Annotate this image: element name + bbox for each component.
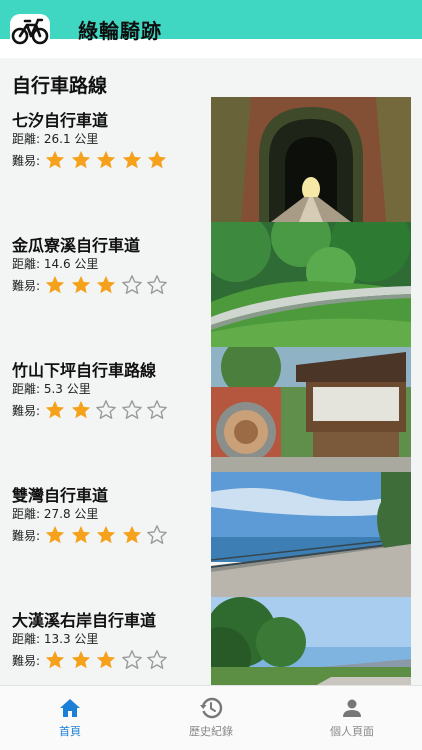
route-distance: 距離: 27.8 公里	[12, 507, 99, 521]
route-card[interactable]: 竹山下坪自行車路線 距離: 5.3 公里 難易:	[0, 347, 422, 472]
route-difficulty: 難易:	[12, 649, 172, 671]
star-empty-icon	[147, 400, 167, 419]
star-filled-icon	[71, 150, 90, 169]
star-filled-icon	[96, 275, 116, 294]
route-list-screen: 自行車路線 七汐自行車道 距離: 26.1 公里 難易: 金瓜寮溪自行車道 距離…	[0, 58, 422, 685]
star-filled-icon	[71, 275, 90, 294]
star-empty-icon	[147, 525, 167, 544]
tab-profile-label: 個人頁面	[330, 725, 374, 738]
star-filled-icon	[122, 525, 141, 544]
difficulty-label: 難易:	[12, 528, 41, 543]
seaside-path-photo	[211, 472, 411, 597]
route-difficulty: 難易:	[12, 524, 172, 546]
route-name: 大漢溪右岸自行車道	[12, 611, 157, 630]
route-card[interactable]: 大漢溪右岸自行車道 距離: 13.3 公里 難易:	[0, 597, 422, 685]
star-filled-icon	[96, 525, 116, 544]
tab-history[interactable]: 歷史紀錄	[141, 686, 281, 750]
home-icon	[60, 699, 80, 717]
bicycle-logo-icon	[10, 14, 50, 48]
difficulty-label: 難易:	[12, 403, 41, 418]
tab-home[interactable]: 首頁	[0, 686, 140, 750]
difficulty-label: 難易:	[12, 278, 41, 293]
route-card[interactable]: 七汐自行車道 距離: 26.1 公里 難易:	[0, 97, 422, 222]
route-distance: 距離: 5.3 公里	[12, 382, 91, 396]
app-header	[0, 0, 422, 39]
star-filled-icon	[45, 525, 65, 544]
bottom-tab-bar: 首頁 歷史紀錄 個人頁面	[0, 685, 422, 750]
star-empty-icon	[147, 275, 167, 294]
route-name: 竹山下坪自行車路線	[12, 361, 157, 380]
section-title: 自行車路線	[12, 75, 108, 97]
header-spacer	[0, 39, 422, 58]
star-empty-icon	[147, 650, 167, 669]
person-icon	[343, 699, 361, 717]
star-filled-icon	[45, 400, 65, 419]
star-filled-icon	[122, 150, 141, 169]
forest-boardwalk-photo	[211, 222, 411, 347]
history-icon	[200, 697, 223, 719]
route-distance: 距離: 14.6 公里	[12, 257, 99, 271]
star-filled-icon	[71, 650, 90, 669]
difficulty-label: 難易:	[12, 653, 41, 668]
star-filled-icon	[45, 275, 65, 294]
star-filled-icon	[45, 650, 65, 669]
route-name: 七汐自行車道	[12, 111, 109, 130]
app-title: 綠輪騎跡	[78, 19, 162, 43]
tab-profile[interactable]: 個人頁面	[282, 686, 422, 750]
star-filled-icon	[96, 150, 116, 169]
star-filled-icon	[96, 650, 116, 669]
route-distance: 距離: 13.3 公里	[12, 632, 99, 646]
difficulty-label: 難易:	[12, 153, 41, 168]
tunnel-photo	[211, 97, 411, 222]
difficulty-rating	[44, 649, 172, 671]
riverbank-photo	[211, 597, 411, 685]
star-filled-icon	[71, 400, 90, 419]
tab-home-label: 首頁	[59, 725, 81, 738]
star-empty-icon	[121, 400, 142, 419]
route-card[interactable]: 雙灣自行車道 距離: 27.8 公里 難易:	[0, 472, 422, 597]
route-difficulty: 難易:	[12, 399, 172, 421]
tab-history-label: 歷史紀錄	[189, 725, 233, 738]
difficulty-rating	[44, 524, 172, 546]
route-distance: 距離: 26.1 公里	[12, 132, 99, 146]
route-difficulty: 難易:	[12, 149, 172, 171]
difficulty-rating	[44, 274, 172, 296]
star-empty-icon	[121, 275, 142, 294]
route-name: 雙灣自行車道	[12, 486, 109, 505]
star-empty-icon	[121, 650, 142, 669]
trail-sign-photo	[211, 347, 411, 472]
star-filled-icon	[71, 525, 90, 544]
route-card[interactable]: 金瓜寮溪自行車道 距離: 14.6 公里 難易:	[0, 222, 422, 347]
star-filled-icon	[147, 150, 167, 169]
route-difficulty: 難易:	[12, 274, 172, 296]
route-name: 金瓜寮溪自行車道	[12, 236, 141, 255]
star-empty-icon	[96, 400, 116, 419]
difficulty-rating	[44, 399, 172, 421]
difficulty-rating	[44, 149, 172, 171]
star-filled-icon	[45, 150, 65, 169]
